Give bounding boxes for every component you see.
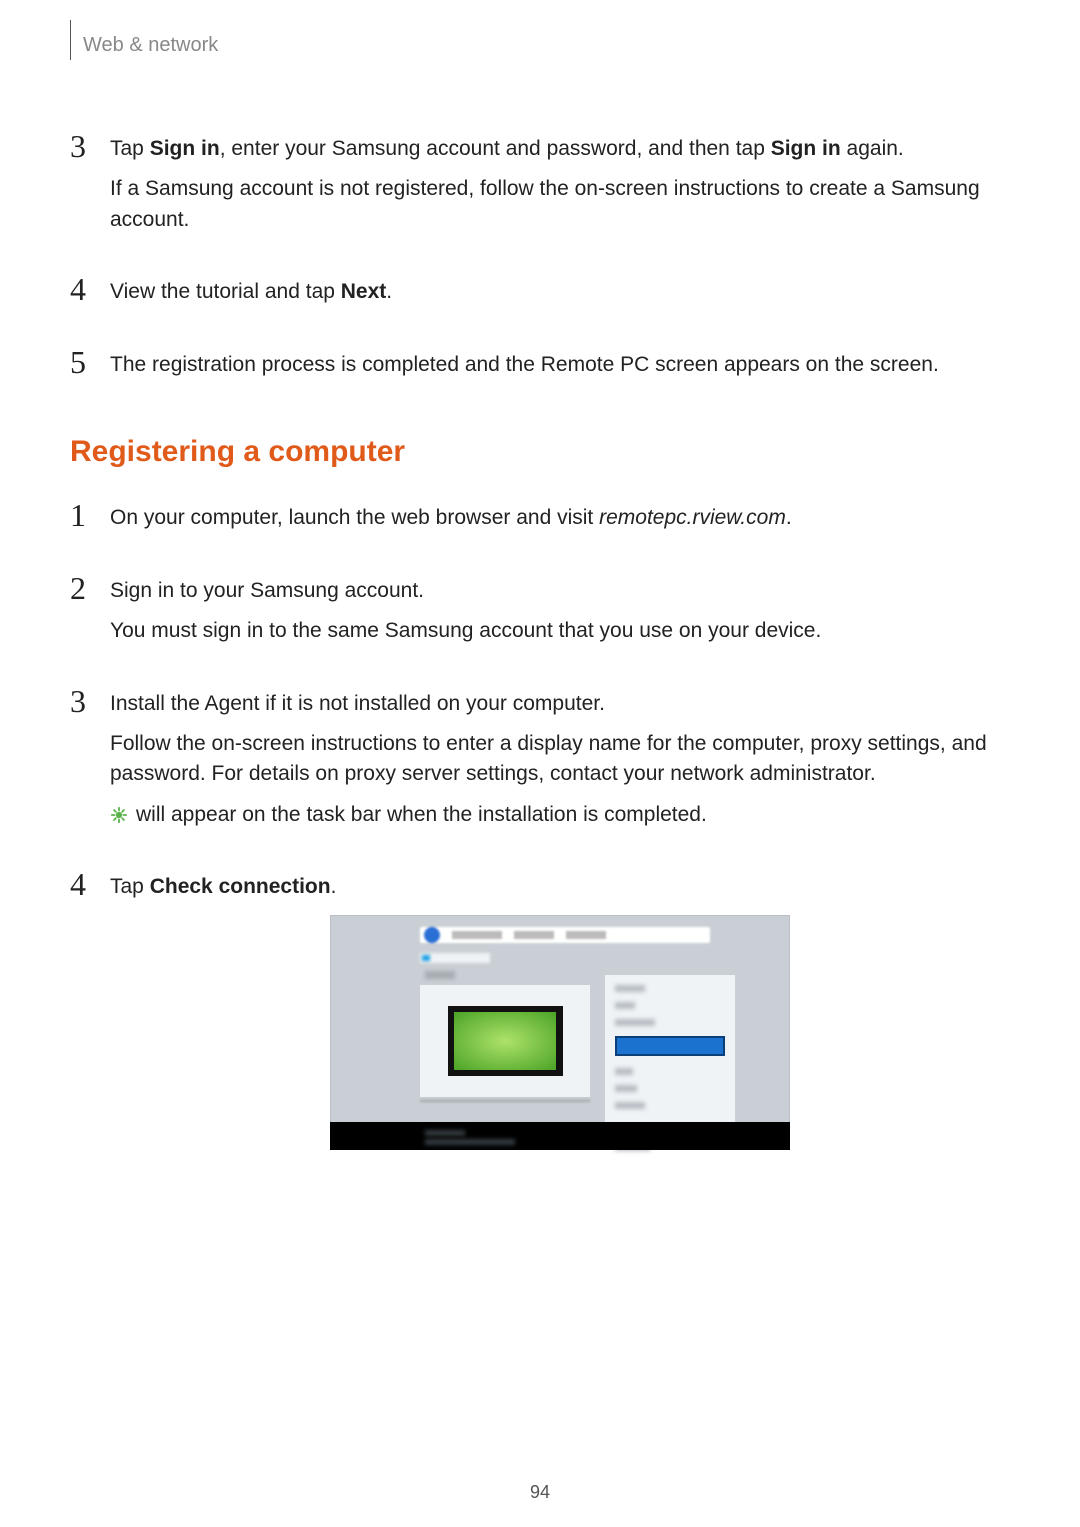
step-item: 4View the tutorial and tap Next. xyxy=(70,273,1010,317)
step-text: Tap Sign in, enter your Samsung account … xyxy=(110,134,1010,164)
page-number: 94 xyxy=(0,1482,1080,1503)
step-text: Sign in to your Samsung account. xyxy=(110,576,1010,606)
step-number: 2 xyxy=(70,572,110,657)
step-body: The registration process is completed an… xyxy=(110,346,1010,390)
section-heading: Registering a computer xyxy=(70,435,1010,469)
step-item: 4Tap Check connection. xyxy=(70,868,1010,1149)
document-page: Web & network 3Tap Sign in, enter your S… xyxy=(0,0,1080,1527)
step-body: Install the Agent if it is not installed… xyxy=(110,685,1010,841)
step-item: 2Sign in to your Samsung account. You mus… xyxy=(70,572,1010,657)
step-item: 1On your computer, launch the web browse… xyxy=(70,499,1010,543)
step-item: 3Tap Sign in, enter your Samsung account… xyxy=(70,130,1010,245)
step-body: Tap Check connection. xyxy=(110,868,1010,1149)
step-body: On your computer, launch the web browser… xyxy=(110,499,1010,543)
step-text: The registration process is completed an… xyxy=(110,350,1010,380)
step-number: 4 xyxy=(70,273,110,317)
step-number: 1 xyxy=(70,499,110,543)
remote-pc-screenshot xyxy=(330,915,790,1150)
step-body: Sign in to your Samsung account. You must… xyxy=(110,572,1010,657)
step-icon-line: will appear on the task bar when the ins… xyxy=(110,800,1010,830)
step-text: View the tutorial and tap Next. xyxy=(110,277,1010,307)
step-body: Tap Sign in, enter your Samsung account … xyxy=(110,130,1010,245)
step-text: Install the Agent if it is not installed… xyxy=(110,689,1010,719)
step-item: 3Install the Agent if it is not installe… xyxy=(70,685,1010,841)
remote-pc-tray-icon xyxy=(110,806,128,824)
step-followup: If a Samsung account is not registered, … xyxy=(110,174,1010,235)
step-icon-text: will appear on the task bar when the ins… xyxy=(136,800,707,830)
step-body: View the tutorial and tap Next. xyxy=(110,273,1010,317)
step-item: 5The registration process is completed a… xyxy=(70,346,1010,390)
step-number: 5 xyxy=(70,346,110,390)
step-number: 4 xyxy=(70,868,110,1149)
breadcrumb: Web & network xyxy=(83,34,218,57)
header-divider xyxy=(70,20,71,60)
step-text: On your computer, launch the web browser… xyxy=(110,503,1010,533)
step-text: Tap Check connection. xyxy=(110,872,1010,902)
step-followup: You must sign in to the same Samsung acc… xyxy=(110,616,1010,646)
steps-registering: 1On your computer, launch the web browse… xyxy=(70,499,1010,1150)
page-header: Web & network xyxy=(70,30,1010,60)
step-number: 3 xyxy=(70,130,110,245)
step-followup: Follow the on-screen instructions to ent… xyxy=(110,729,1010,790)
step-number: 3 xyxy=(70,685,110,841)
steps-continued: 3Tap Sign in, enter your Samsung account… xyxy=(70,130,1010,390)
